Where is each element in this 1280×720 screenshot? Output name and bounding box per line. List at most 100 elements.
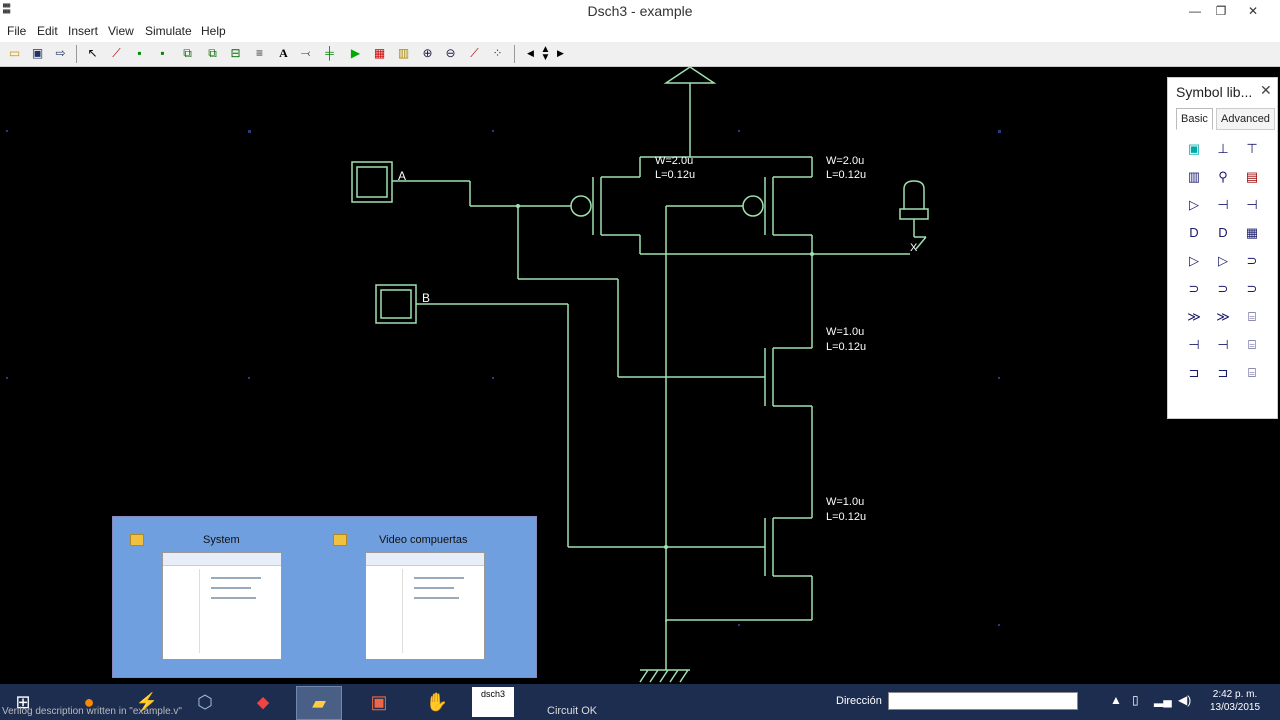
extract-icon[interactable]: ⟋: [467, 46, 482, 61]
left-arrow-icon[interactable]: ◀: [523, 46, 538, 61]
probe-icon[interactable]: ⤙: [298, 46, 313, 61]
thumbnail-toolbar: [366, 553, 484, 566]
xor-icon[interactable]: ⊃: [1241, 250, 1263, 272]
keyboard-icon[interactable]: ▦: [1241, 222, 1263, 244]
vdd-icon[interactable]: ⊥: [1212, 138, 1234, 160]
latch-icon[interactable]: ⌸: [1241, 306, 1263, 328]
display-icon[interactable]: ▤: [1241, 166, 1263, 188]
zoom-out-icon[interactable]: ⊖: [443, 46, 458, 61]
preview-thumbnail-video[interactable]: [365, 552, 485, 660]
window-title: Dsch3 - example: [587, 3, 693, 19]
file-explorer-icon[interactable]: ▰: [296, 686, 342, 720]
thumbnail-row: [414, 577, 464, 579]
resistor-icon[interactable]: ⊣: [1183, 334, 1205, 356]
inverter-icon[interactable]: ⊃: [1212, 278, 1234, 300]
powerpoint-icon[interactable]: ▣: [356, 686, 402, 718]
pmos2-width: W=2.0u: [826, 155, 865, 167]
grid-icon[interactable]: ⁘: [490, 46, 505, 61]
dsch3-taskbar-label: dsch3: [480, 689, 506, 699]
counter-icon[interactable]: ⌸: [1241, 362, 1263, 384]
preview-title-system: System: [203, 534, 240, 546]
or-icon[interactable]: ▷: [1183, 250, 1205, 272]
text-icon[interactable]: ≡: [252, 46, 267, 61]
save-icon[interactable]: ▣: [30, 46, 45, 61]
move-icon[interactable]: ▪: [155, 46, 170, 61]
xnor-icon[interactable]: ⊃: [1183, 278, 1205, 300]
symbol-library-close-button[interactable]: ✕: [1260, 82, 1272, 99]
zoom-in-icon[interactable]: ⊕: [420, 46, 435, 61]
tab-advanced[interactable]: Advanced: [1216, 108, 1275, 130]
device-icon[interactable]: ▯: [1132, 693, 1139, 707]
menu-file[interactable]: File: [7, 24, 26, 38]
rotate-icon[interactable]: ⊟: [228, 46, 243, 61]
pmos2-length: L=0.12u: [826, 169, 867, 181]
menu-insert[interactable]: Insert: [68, 24, 98, 38]
menu-simulate[interactable]: Simulate: [145, 24, 192, 38]
copy-icon[interactable]: ⧉: [180, 46, 195, 61]
tri-icon[interactable]: ≫: [1212, 306, 1234, 328]
thumbnail-sidebar: [368, 569, 403, 653]
nmos2-width: W=1.0u: [826, 496, 865, 508]
toolbar-separator: [76, 45, 77, 63]
buffer-icon[interactable]: ▷: [1183, 194, 1205, 216]
mux-icon[interactable]: ⊐: [1183, 362, 1205, 384]
menu-edit[interactable]: Edit: [37, 24, 58, 38]
title-bar: ▦▦ ▦▦ Dsch3 - example — ❐ ✕: [0, 0, 1280, 22]
open-icon[interactable]: ▭: [7, 46, 22, 61]
simulate-icon[interactable]: ▶: [348, 46, 363, 61]
nmos-icon[interactable]: ⊣: [1212, 194, 1234, 216]
pmos1-width: W=2.0u: [655, 155, 694, 167]
light-icon[interactable]: ⚲: [1212, 166, 1234, 188]
menu-view[interactable]: View: [108, 24, 134, 38]
menu-help[interactable]: Help: [201, 24, 226, 38]
thumbnail-row: [211, 597, 256, 599]
connect-icon[interactable]: ▪: [132, 46, 147, 61]
minimize-button[interactable]: —: [1182, 2, 1208, 20]
or3-icon[interactable]: ⊃: [1241, 278, 1263, 300]
chronogram-icon[interactable]: ▥: [396, 46, 411, 61]
text-tool-icon[interactable]: A: [276, 46, 291, 61]
tab-basic[interactable]: Basic: [1176, 108, 1213, 130]
pmos1-length: L=0.12u: [655, 169, 696, 181]
pmos-icon[interactable]: ⊣: [1241, 194, 1263, 216]
paint-glove-icon[interactable]: ✋: [414, 686, 460, 718]
delete-icon[interactable]: ⧉: [205, 46, 220, 61]
volume-icon[interactable]: ◀): [1178, 693, 1191, 707]
ground-icon[interactable]: ⊤: [1241, 138, 1263, 160]
thumbnail-row: [211, 577, 261, 579]
line-icon[interactable]: ⟋: [109, 46, 124, 61]
toolbar-separator: [514, 45, 515, 63]
button-icon[interactable]: ▣: [1183, 138, 1205, 160]
system-clock[interactable]: 2:42 p. m. 13/03/2015: [1200, 688, 1270, 714]
dsch3-taskbar-icon[interactable]: dsch3: [472, 687, 514, 717]
thumbnail-toolbar: [163, 553, 281, 566]
close-button[interactable]: ✕: [1240, 2, 1266, 20]
pointer-icon[interactable]: ↖: [85, 46, 100, 61]
clock-icon[interactable]: ▥: [1183, 166, 1205, 188]
preview-title-video: Video compuertas: [379, 534, 468, 546]
and-icon[interactable]: D: [1183, 222, 1205, 244]
show-hidden-icons-icon[interactable]: ▲: [1110, 693, 1122, 707]
nmos2-length: L=0.12u: [826, 511, 867, 523]
input-b-label: B: [422, 291, 431, 305]
virtualbox-icon[interactable]: ⬡: [182, 686, 228, 718]
thumbnail-row: [211, 587, 251, 589]
node-icon[interactable]: ╪: [322, 46, 337, 61]
nor-icon[interactable]: ▷: [1212, 250, 1234, 272]
schmitt-icon[interactable]: ≫: [1183, 306, 1205, 328]
thumbnail-sidebar: [165, 569, 200, 653]
export-icon[interactable]: ⇨: [53, 46, 68, 61]
dff-icon[interactable]: ⌸: [1241, 334, 1263, 356]
network-icon[interactable]: ▂▄: [1154, 693, 1172, 707]
timing-icon[interactable]: ▦: [372, 46, 387, 61]
right-arrow-icon[interactable]: ▶: [553, 46, 568, 61]
preview-thumbnail-system[interactable]: [162, 552, 282, 660]
capacitor-icon[interactable]: ⊣: [1212, 334, 1234, 356]
up-down-arrow-icon[interactable]: ▲ ▼: [538, 45, 553, 63]
nand-icon[interactable]: D: [1212, 222, 1234, 244]
address-input[interactable]: [888, 692, 1078, 710]
output-x-label: X: [910, 242, 918, 254]
media-icon[interactable]: ⬥: [240, 686, 286, 718]
maximize-button[interactable]: ❐: [1208, 2, 1234, 20]
adder-icon[interactable]: ⊐: [1212, 362, 1234, 384]
